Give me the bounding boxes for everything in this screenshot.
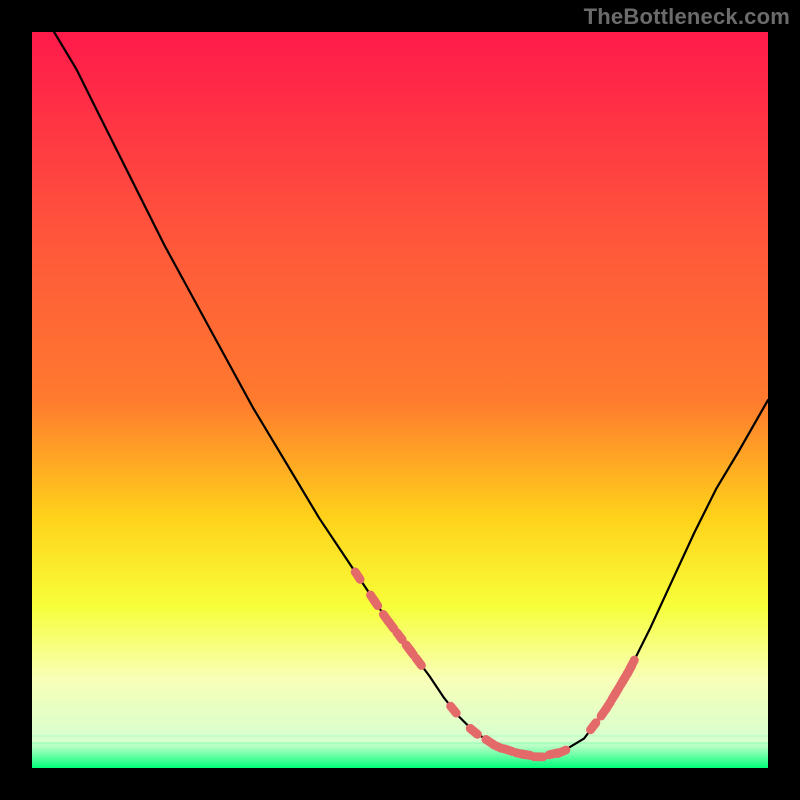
plot-area — [32, 32, 768, 768]
chart-frame: TheBottleneck.com — [0, 0, 800, 800]
bottleneck-curve-chart — [32, 32, 768, 768]
watermark-text: TheBottleneck.com — [584, 4, 790, 30]
